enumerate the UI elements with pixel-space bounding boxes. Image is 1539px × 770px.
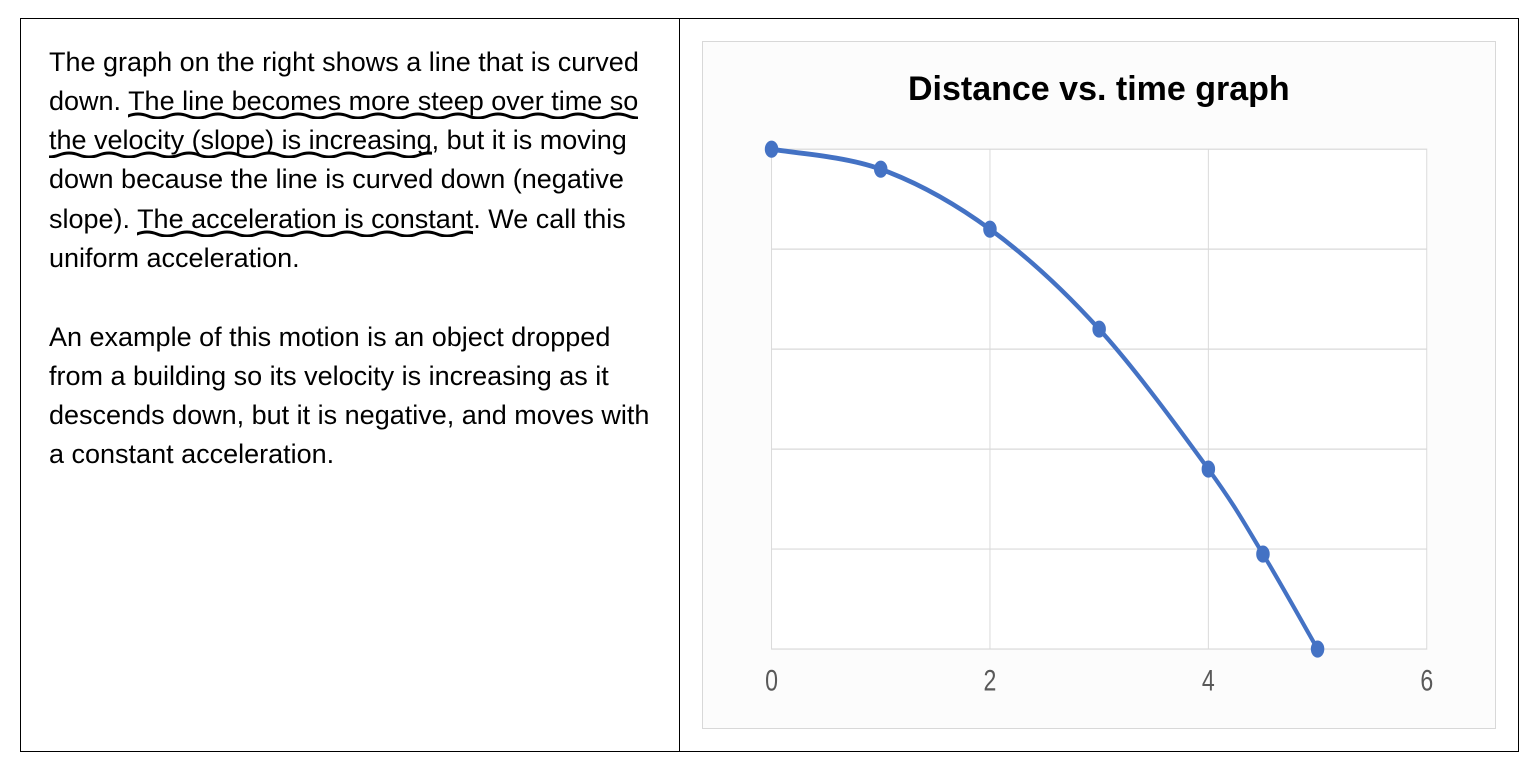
svg-text:6: 6	[1420, 664, 1433, 697]
chart-cell: Distance vs. time graph 0 2 4 6	[680, 19, 1518, 751]
paragraph-2: An example of this motion is an object d…	[49, 318, 651, 475]
two-column-row: The graph on the right shows a line that…	[20, 18, 1519, 752]
chart-svg: 0 2 4 6	[733, 137, 1465, 710]
svg-text:2: 2	[983, 664, 996, 697]
paragraph-1: The graph on the right shows a line that…	[49, 43, 651, 278]
document-page: The graph on the right shows a line that…	[0, 0, 1539, 770]
text-cell: The graph on the right shows a line that…	[21, 19, 680, 751]
chart-plot-area: 0 2 4 6	[733, 137, 1465, 710]
svg-text:4: 4	[1202, 664, 1215, 697]
chart-container: Distance vs. time graph 0 2 4 6	[702, 41, 1496, 729]
chart-title: Distance vs. time graph	[733, 70, 1465, 109]
svg-text:0: 0	[765, 664, 778, 697]
p1-underline-2: The acceleration is constant	[137, 204, 473, 237]
